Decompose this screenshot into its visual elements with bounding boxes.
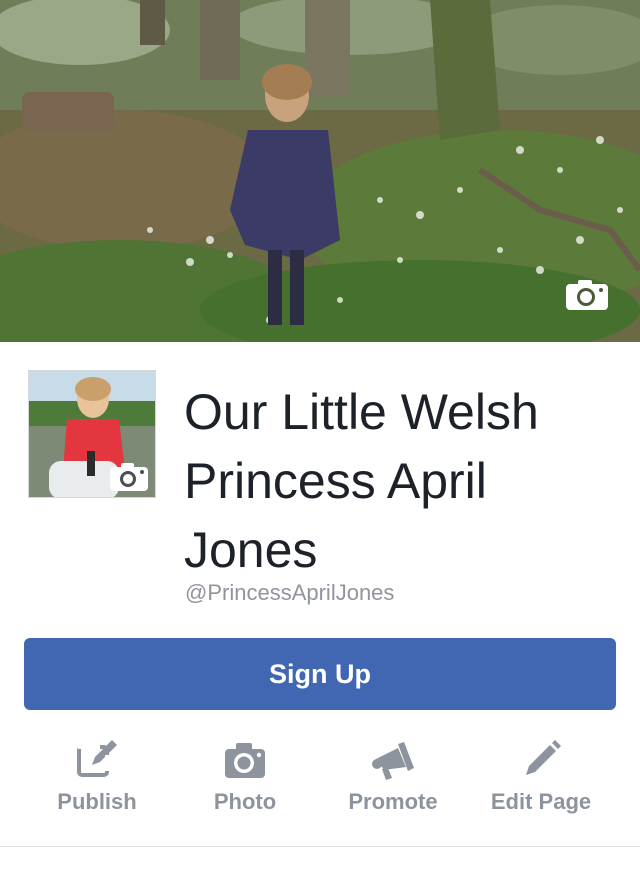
divider [0,846,640,847]
page-title: Our Little Welsh Princess April Jones [184,384,539,578]
page-action-bar: Publish Photo Promote Edit Page [0,735,640,835]
photo-label: Photo [213,789,277,814]
photo-button[interactable]: Photo [170,735,320,835]
edit-page-label: Edit Page [490,789,592,814]
promote-button[interactable]: Promote [318,735,468,835]
camera-icon [225,743,265,778]
cover-camera-icon[interactable] [566,280,608,310]
megaphone-icon [372,742,414,780]
edit-page-button[interactable]: Edit Page [466,735,616,835]
publish-label: Publish [57,789,137,814]
profile-camera-icon[interactable] [110,463,148,491]
publish-button[interactable]: Publish [22,735,172,835]
sign-up-button[interactable]: Sign Up [24,638,616,710]
cover-photo[interactable] [0,0,640,342]
compose-icon [77,740,117,777]
promote-label: Promote [348,789,438,814]
page-handle: @PrincessAprilJones [185,580,395,605]
cover-photo-image [0,0,640,342]
pencil-icon [526,740,561,775]
